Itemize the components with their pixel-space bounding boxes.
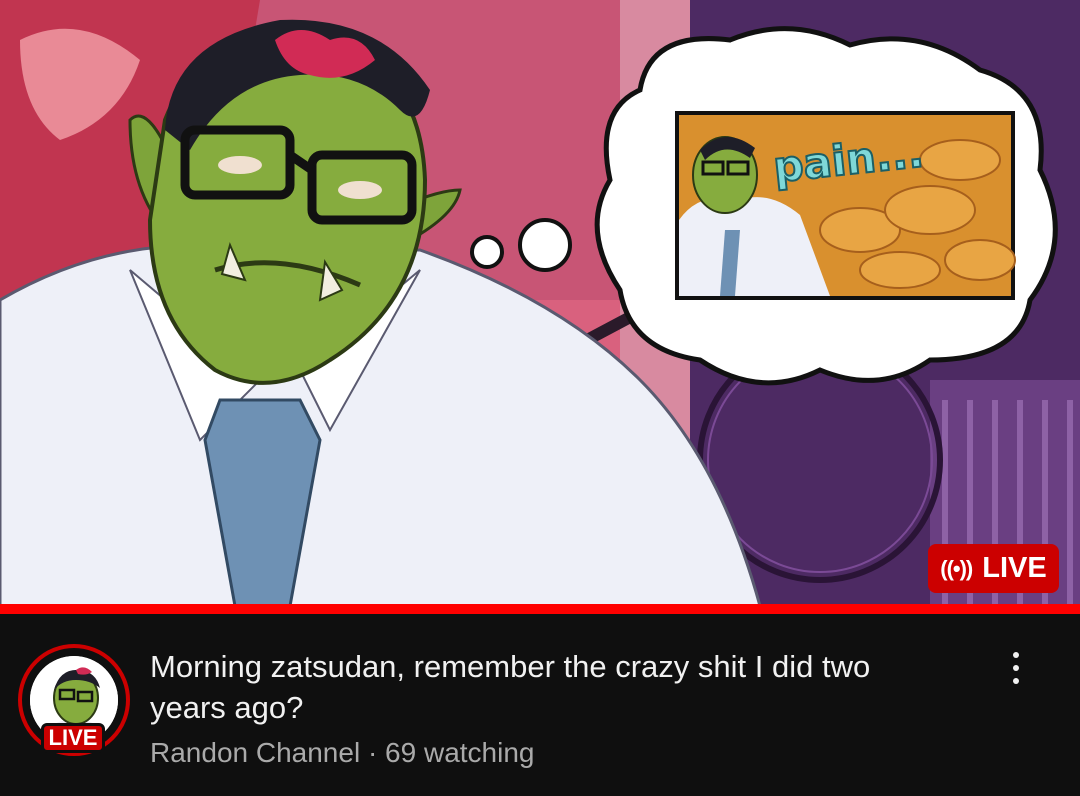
video-thumbnail[interactable]: pain... ((•)) LIVE bbox=[0, 0, 1080, 606]
broadcast-icon: ((•)) bbox=[940, 555, 973, 581]
more-vert-icon[interactable] bbox=[1000, 648, 1032, 688]
thumbnail-illustration: pain... bbox=[0, 0, 1080, 606]
video-meta[interactable]: Randon Channel · 69 watching bbox=[150, 735, 534, 771]
video-title[interactable]: Morning zatsudan, remember the crazy shi… bbox=[150, 646, 950, 728]
avatar-live-badge: LIVE bbox=[41, 723, 105, 753]
video-progress-fill bbox=[0, 604, 1080, 614]
live-badge: ((•)) LIVE bbox=[928, 544, 1059, 593]
live-badge-label: LIVE bbox=[982, 552, 1047, 584]
video-progress-bar bbox=[0, 604, 1080, 614]
